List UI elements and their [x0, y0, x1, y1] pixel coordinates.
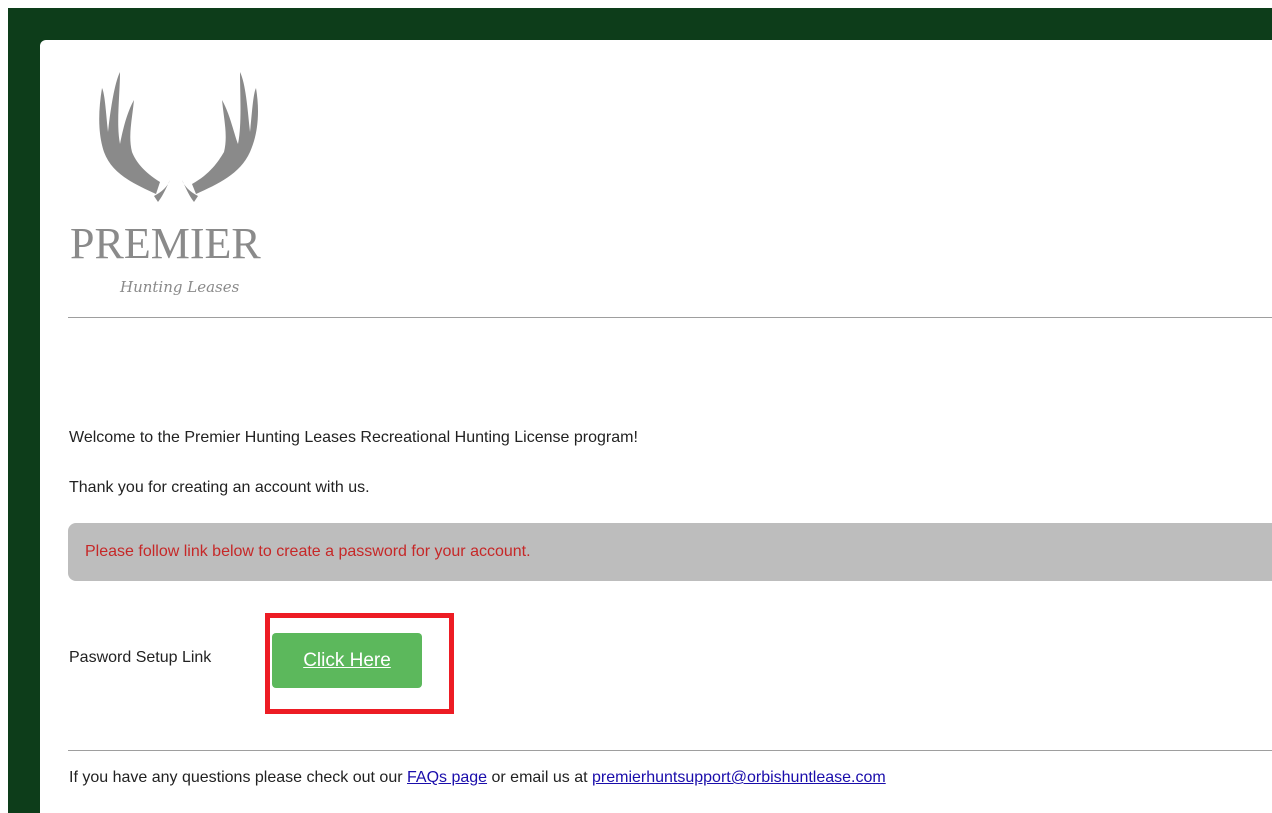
brand-tagline: Hunting Leases	[119, 278, 240, 296]
footer-middle: or email us at	[487, 769, 592, 786]
footer-message: If you have any questions please check o…	[69, 769, 886, 787]
antler-logo-icon: PREMIER Hunting Leases	[70, 72, 261, 296]
faq-link[interactable]: FAQs page	[407, 769, 487, 786]
footer-divider	[68, 750, 1272, 751]
brand-name: PREMIER	[70, 219, 261, 268]
header-divider	[68, 317, 1272, 318]
alert-message: Please follow link below to create a pas…	[85, 543, 531, 560]
footer-prefix: If you have any questions please check o…	[69, 769, 407, 786]
password-alert: Please follow link below to create a pas…	[68, 523, 1272, 581]
password-setup-label: Pasword Setup Link	[69, 649, 212, 666]
brand-logo: PREMIER Hunting Leases	[64, 64, 304, 304]
support-email-link[interactable]: premierhuntsupport@orbishuntlease.com	[592, 769, 886, 786]
thanks-message: Thank you for creating an account with u…	[69, 479, 370, 496]
welcome-message: Welcome to the Premier Hunting Leases Re…	[69, 429, 638, 446]
highlight-frame	[265, 613, 454, 714]
